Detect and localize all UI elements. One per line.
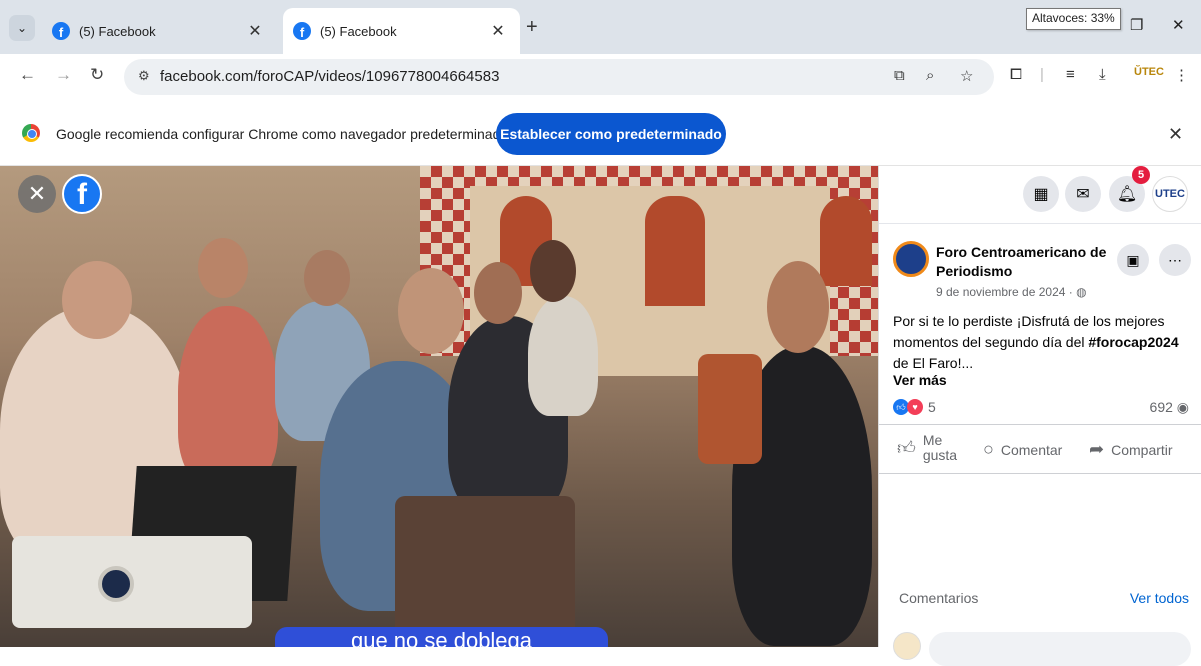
extensions-icon[interactable]: ⧠ xyxy=(1010,66,1022,83)
commenter-avatar xyxy=(893,632,921,660)
site-info-icon[interactable]: ⚙ xyxy=(138,68,150,84)
facebook-favicon-icon: f xyxy=(52,22,70,40)
profile-utec-icon[interactable]: ŬTEC xyxy=(1134,66,1164,78)
tab-facebook-2[interactable]: f (5) Facebook ✕ xyxy=(283,8,520,54)
close-video-icon[interactable]: ✕ xyxy=(18,175,56,213)
panel-header: ▦ ✉ 🔔︎ UTEC xyxy=(879,166,1201,224)
video-person-head xyxy=(474,262,522,324)
comments-heading: Comentarios xyxy=(899,590,979,606)
comment-button[interactable]: ○ Comentar xyxy=(983,439,1062,460)
video-person-head xyxy=(198,238,248,298)
video-arch xyxy=(820,196,872,286)
close-window-icon[interactable]: ✕ xyxy=(1172,16,1185,34)
video-person xyxy=(178,306,278,486)
reading-list-icon[interactable]: ≡ xyxy=(1066,66,1075,83)
new-tab-plus-icon[interactable]: + xyxy=(526,16,538,39)
video-subtitle: que no se doblega xyxy=(275,627,608,647)
views-count: 692 ◉ xyxy=(1150,399,1189,416)
more-options-icon[interactable]: ⋯ xyxy=(1159,244,1191,276)
infobar-close-icon[interactable]: ✕ xyxy=(1168,124,1183,145)
post-date[interactable]: 9 de noviembre de 2024 · ◍ xyxy=(936,285,1087,299)
see-all-comments-link[interactable]: Ver todos xyxy=(1130,590,1189,606)
video-chair xyxy=(395,496,575,646)
account-avatar-icon[interactable]: UTEC xyxy=(1152,176,1188,212)
comment-bubble-icon: ○ xyxy=(983,439,994,459)
eye-icon: ◉ xyxy=(1176,399,1189,415)
video-arch xyxy=(645,196,705,306)
browser-toolbar: ← → ↻ ⚙ facebook.com/foroCAP/videos/1096… xyxy=(0,54,1201,100)
notifications-badge: 5 xyxy=(1132,166,1150,184)
post-text: Por si te lo perdiste ¡Disfrutá de los m… xyxy=(893,311,1193,374)
default-browser-infobar: Google recomienda configurar Chrome como… xyxy=(0,100,1201,166)
video-person-head xyxy=(767,261,829,353)
love-reaction-icon: ♥ xyxy=(907,399,923,415)
tab-facebook-1[interactable]: f (5) Facebook ✕ xyxy=(42,8,277,54)
video-projector-lens xyxy=(98,566,134,602)
reload-icon[interactable]: ↻ xyxy=(90,65,104,85)
like-button[interactable]: 👍︎ Me gusta xyxy=(897,433,963,463)
menu-grid-icon[interactable]: ▦ xyxy=(1023,176,1059,212)
save-post-icon[interactable]: ▣ xyxy=(1117,244,1149,276)
messenger-icon[interactable]: ✉ xyxy=(1065,176,1101,212)
video-person-head xyxy=(304,250,350,306)
video-projector xyxy=(12,536,252,628)
reactions-count: 5 xyxy=(928,399,936,415)
thumbs-up-icon: 👍︎ xyxy=(897,438,916,458)
post-actions: 👍︎ Me gusta ○ Comentar ➦ Compartir xyxy=(879,424,1201,474)
video-chair xyxy=(698,354,762,464)
facebook-logo-icon[interactable]: f xyxy=(62,174,102,214)
toolbar-divider: | xyxy=(1040,66,1044,83)
menu-kebab-icon[interactable]: ⋮ xyxy=(1174,66,1189,84)
video-player[interactable]: que no se doblega ✕ f xyxy=(0,166,878,647)
volume-tooltip: Altavoces: 33% xyxy=(1026,8,1121,30)
download-icon[interactable]: ⤓ xyxy=(1099,66,1106,83)
views-count-text: 692 xyxy=(1149,399,1173,415)
comment-label: Comentar xyxy=(1000,441,1063,458)
video-person-head xyxy=(62,261,132,339)
back-arrow-icon[interactable]: ← xyxy=(19,65,36,85)
facebook-favicon-icon: f xyxy=(293,22,311,40)
infobar-message: Google recomienda configurar Chrome como… xyxy=(56,126,509,142)
share-label: Compartir xyxy=(1111,441,1173,458)
zoom-icon[interactable]: ⌕ xyxy=(926,67,934,84)
address-bar[interactable]: ⚙ facebook.com/foroCAP/videos/1096778004… xyxy=(124,59,994,95)
bookmark-star-icon[interactable]: ☆ xyxy=(960,67,973,85)
like-label: Me gusta xyxy=(922,432,958,463)
reactions-summary[interactable]: 👍︎ ♥ 5 xyxy=(893,399,936,415)
comment-input[interactable] xyxy=(929,632,1191,666)
video-person-head xyxy=(530,240,576,302)
video-person-head xyxy=(398,268,464,354)
post-side-panel: ▦ ✉ 🔔︎ UTEC Foro Centroamericano de Peri… xyxy=(878,166,1201,666)
tab-close-icon[interactable]: ✕ xyxy=(486,21,510,41)
tab-title: (5) Facebook xyxy=(320,23,397,39)
post-date-text: 9 de noviembre de 2024 · xyxy=(936,285,1077,299)
page-avatar[interactable] xyxy=(893,241,929,277)
video-person xyxy=(528,296,598,416)
hashtag-link[interactable]: #forocap2024 xyxy=(1088,334,1178,350)
tab-close-icon[interactable]: ✕ xyxy=(243,21,267,41)
post-text-part2: de El Faro!... xyxy=(893,355,974,371)
tab-strip: ⌄ f (5) Facebook ✕ f (5) Facebook ✕ + Al… xyxy=(0,0,1201,54)
globe-icon: ◍ xyxy=(1076,285,1087,299)
url-text[interactable]: facebook.com/foroCAP/videos/109677800466… xyxy=(160,68,499,85)
cast-icon[interactable]: ⧉ xyxy=(894,67,905,84)
share-button[interactable]: ➦ Compartir xyxy=(1089,439,1173,460)
see-more-link[interactable]: Ver más xyxy=(893,372,947,388)
forward-arrow-icon[interactable]: → xyxy=(55,65,72,85)
chrome-logo-icon xyxy=(22,124,40,142)
restore-icon[interactable]: ❐ xyxy=(1130,16,1143,34)
tab-search-dropdown-icon[interactable]: ⌄ xyxy=(9,15,35,41)
set-default-button[interactable]: Establecer como predeterminado xyxy=(496,113,726,155)
tab-title: (5) Facebook xyxy=(79,23,156,39)
share-arrow-icon: ➦ xyxy=(1089,439,1105,459)
page-name[interactable]: Foro Centroamericano de Periodismo xyxy=(936,243,1126,281)
